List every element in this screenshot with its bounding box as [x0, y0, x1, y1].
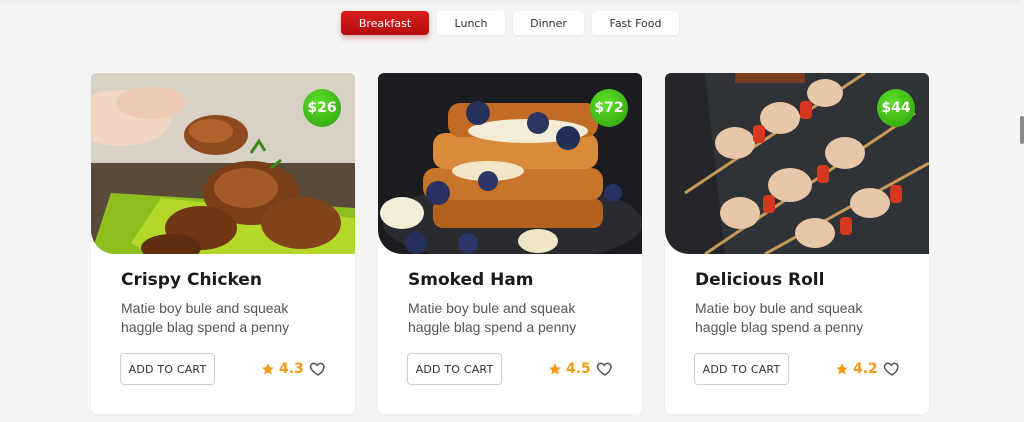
card-title: Smoked Ham: [408, 270, 534, 290]
heart-icon[interactable]: [596, 360, 614, 378]
star-icon: [836, 363, 848, 375]
price-badge: $44: [877, 89, 915, 127]
tab-lunch[interactable]: Lunch: [437, 11, 505, 35]
scrollbar-thumb[interactable]: [1020, 116, 1024, 144]
rating-value: 4.2: [853, 361, 878, 377]
food-card-delicious-roll: $44 Delicious Roll Matie boy bule and sq…: [665, 73, 929, 414]
star-icon: [262, 363, 274, 375]
card-description: Matie boy bule and squeak haggle blag sp…: [695, 300, 864, 335]
food-card-crispy-chicken: $26 Crispy Chicken Matie boy bule and sq…: [91, 73, 355, 414]
rating: 4.3: [261, 361, 304, 377]
card-description: Matie boy bule and squeak haggle blag sp…: [121, 300, 290, 335]
heart-icon[interactable]: [883, 360, 901, 378]
rating-value: 4.5: [566, 361, 591, 377]
add-to-cart-button[interactable]: ADD TO CART: [407, 353, 502, 385]
rating-value: 4.3: [279, 361, 304, 377]
header-shadow: [0, 0, 1020, 6]
add-to-cart-button[interactable]: ADD TO CART: [120, 353, 215, 385]
add-to-cart-button[interactable]: ADD TO CART: [694, 353, 789, 385]
star-icon: [549, 363, 561, 375]
tab-dinner[interactable]: Dinner: [513, 11, 584, 35]
price-badge: $72: [590, 89, 628, 127]
card-title: Delicious Roll: [695, 270, 825, 290]
rating: 4.2: [835, 361, 878, 377]
rating: 4.5: [548, 361, 591, 377]
price-badge: $26: [303, 89, 341, 127]
tab-breakfast[interactable]: Breakfast: [341, 11, 429, 35]
card-title: Crispy Chicken: [121, 270, 262, 290]
heart-icon[interactable]: [309, 360, 327, 378]
tab-fast-food[interactable]: Fast Food: [592, 11, 679, 35]
food-card-smoked-ham: $72 Smoked Ham Matie boy bule and squeak…: [378, 73, 642, 414]
card-description: Matie boy bule and squeak haggle blag sp…: [408, 300, 577, 335]
category-tabs: Breakfast Lunch Dinner Fast Food: [341, 11, 679, 35]
